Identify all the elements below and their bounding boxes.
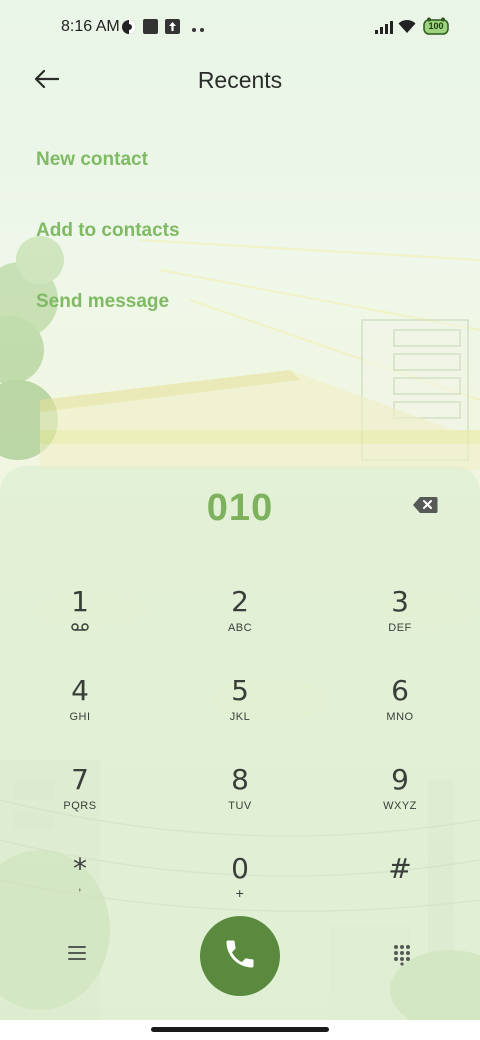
key-4[interactable]: 4 GHI [20,675,140,747]
key-digit: 3 [391,585,409,618]
battery-level: 100 [428,21,444,31]
key-letters: JKL [229,711,251,723]
menu-icon [66,946,88,966]
key-8[interactable]: 8 TUV [180,764,300,836]
upload-icon [165,19,180,39]
dialpad-icon [392,945,412,970]
key-letters: WXYZ [383,800,417,812]
signal-icon [375,21,393,39]
key-digit: 8 [231,763,249,796]
key-digit: 6 [391,674,409,707]
more-dots-icon [191,21,205,39]
key-digit: 0 [231,852,249,885]
key-digit: 4 [71,674,89,707]
key-star[interactable]: * , [20,853,140,925]
key-letters: GHI [69,711,91,723]
key-letters: TUV [228,800,252,812]
key-letters: PQRS [63,800,97,812]
key-digit: 9 [391,763,409,796]
send-message-button[interactable]: Send message [36,291,169,313]
add-to-contacts-button[interactable]: Add to contacts [36,220,180,242]
dialed-number[interactable]: 010 [0,487,480,530]
key-letters: , [78,881,82,893]
status-bar: 8:16 AM 100 [0,0,480,56]
key-2[interactable]: 2 ABC [180,586,300,658]
key-3[interactable]: 3 DEF [340,586,460,658]
phone-icon [222,936,258,977]
page-title: Recents [197,67,283,93]
menu-button[interactable] [66,944,90,966]
home-indicator[interactable] [151,1027,329,1032]
voicemail-icon [71,622,89,636]
key-0[interactable]: 0 + [180,853,300,925]
key-hash[interactable]: # [340,853,460,925]
key-letters: ABC [227,622,253,634]
key-digit: 1 [71,585,89,618]
key-9[interactable]: 9 WXYZ [340,764,460,836]
key-letters: MNO [386,711,414,723]
keypad-toggle-button[interactable] [392,944,412,966]
key-1[interactable]: 1 [20,586,140,658]
new-contact-button[interactable]: New contact [36,149,148,171]
call-button[interactable] [200,916,280,996]
key-digit: 7 [71,763,89,796]
key-digit: # [388,852,412,885]
key-7[interactable]: 7 PQRS [20,764,140,836]
key-5[interactable]: 5 JKL [180,675,300,747]
wifi-icon [398,19,416,39]
status-time: 8:16 AM [61,18,120,35]
key-letters: DEF [388,622,412,634]
backspace-button[interactable] [412,496,442,518]
notification-square-icon [143,19,158,39]
key-digit: 5 [231,674,249,707]
key-digit: 2 [231,585,249,618]
key-6[interactable]: 6 MNO [340,675,460,747]
vpn-icon [121,19,137,40]
backspace-icon [412,497,438,518]
key-letters: + [235,885,245,901]
